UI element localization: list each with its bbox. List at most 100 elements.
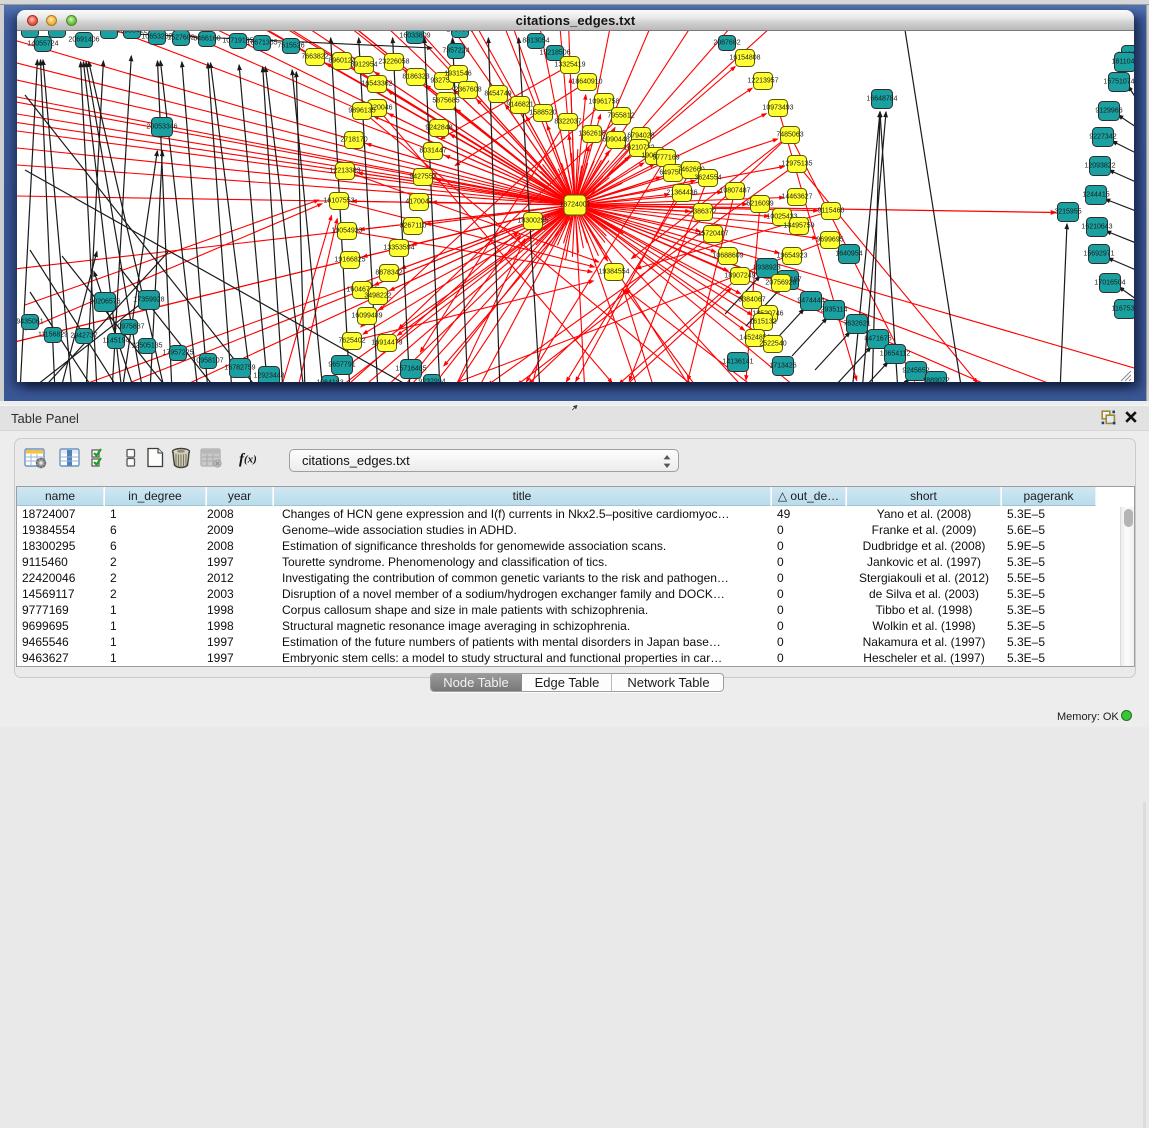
svg-text:14055724: 14055724 (27, 41, 58, 48)
svg-text:14463627: 14463627 (781, 194, 812, 201)
svg-text:8813054: 8813054 (522, 38, 549, 45)
svg-text:23226058: 23226058 (378, 59, 409, 66)
svg-text:1640954: 1640954 (835, 251, 862, 258)
svg-text:16033809: 16033809 (399, 33, 430, 40)
svg-text:13495759: 13495759 (783, 223, 814, 230)
svg-text:8471676: 8471676 (864, 336, 891, 343)
svg-text:9232994: 9232994 (418, 379, 445, 383)
svg-text:1931546: 1931546 (444, 71, 471, 78)
svg-text:9657791: 9657791 (328, 362, 355, 369)
svg-text:12213383: 12213383 (329, 168, 360, 175)
svg-text:2087682: 2087682 (713, 40, 740, 47)
svg-text:16782759: 16782759 (224, 365, 255, 372)
svg-text:1904060: 1904060 (446, 31, 473, 34)
svg-text:18300295: 18300295 (517, 218, 548, 225)
svg-text:7632621: 7632621 (843, 321, 870, 328)
svg-text:10958107: 10958107 (192, 358, 223, 365)
svg-text:20206576: 20206576 (89, 299, 120, 306)
svg-text:1615132: 1615132 (749, 319, 776, 326)
svg-text:15692971: 15692971 (1083, 251, 1114, 258)
svg-text:19654923: 19654923 (776, 253, 807, 260)
svg-text:1145194: 1145194 (103, 338, 130, 345)
svg-text:12093822: 12093822 (1084, 163, 1115, 170)
svg-text:7663822: 7663822 (301, 54, 328, 61)
svg-text:8912954: 8912954 (350, 62, 377, 69)
svg-text:19054933: 19054933 (331, 228, 362, 235)
svg-text:15751074: 15751074 (1103, 79, 1134, 86)
svg-text:10975887: 10975887 (113, 324, 144, 331)
svg-text:16107553: 16107553 (323, 198, 354, 205)
svg-text:8938923: 8938923 (753, 265, 780, 272)
svg-text:18640910: 18640910 (571, 79, 602, 86)
svg-text:16099489: 16099489 (351, 313, 382, 320)
svg-text:7515526: 7515526 (277, 43, 304, 50)
svg-text:12975135: 12975135 (781, 161, 812, 168)
svg-text:2522540: 2522540 (759, 341, 786, 348)
svg-text:9427552: 9427552 (409, 174, 436, 181)
svg-text:17359928: 17359928 (133, 297, 164, 304)
svg-text:14136141: 14136141 (722, 359, 753, 366)
svg-text:9146821: 9146821 (506, 102, 533, 109)
svg-text:8322037: 8322037 (554, 119, 581, 126)
svg-text:9384067: 9384067 (738, 297, 765, 304)
svg-text:9129966: 9129966 (1095, 108, 1122, 115)
svg-text:7955812: 7955812 (607, 113, 634, 120)
svg-text:3267110: 3267110 (400, 223, 427, 230)
svg-text:15716485: 15716485 (395, 366, 426, 373)
svg-text:19384554: 19384554 (598, 269, 629, 276)
svg-text:8031447: 8031447 (419, 148, 446, 155)
svg-text:17016504: 17016504 (1094, 280, 1125, 287)
svg-text:10688609: 10688609 (712, 253, 743, 260)
svg-text:15720407: 15720407 (697, 231, 728, 238)
svg-text:1527602: 1527602 (167, 35, 194, 42)
svg-text:(x): (x) (244, 454, 257, 466)
svg-text:21364436: 21364436 (666, 190, 697, 197)
svg-text:1889072: 1889072 (922, 378, 949, 383)
svg-text:9435061: 9435061 (17, 319, 44, 326)
svg-text:8878342: 8878342 (375, 270, 402, 277)
svg-text:2367608: 2367608 (454, 87, 481, 94)
svg-text:16210643: 16210643 (1081, 224, 1112, 231)
svg-text:8186323: 8186323 (402, 74, 429, 81)
svg-text:6794028: 6794028 (627, 133, 654, 140)
svg-text:9474444: 9474444 (797, 298, 824, 305)
svg-text:19218506: 19218506 (539, 50, 570, 57)
svg-text:7386372: 7386372 (689, 209, 716, 216)
svg-text:1064183: 1064183 (316, 380, 343, 383)
svg-text:9242848: 9242848 (425, 125, 452, 132)
svg-text:1713426: 1713426 (769, 363, 796, 370)
svg-text:19166825: 19166825 (334, 257, 365, 264)
svg-text:16648784: 16648784 (866, 96, 897, 103)
svg-text:2942737: 2942737 (70, 333, 97, 340)
svg-text:9896135: 9896135 (348, 108, 375, 115)
svg-text:6216099: 6216099 (746, 201, 773, 208)
svg-text:3215955: 3215955 (1054, 209, 1081, 216)
svg-text:9227342: 9227342 (1089, 134, 1116, 141)
svg-text:10961758: 10961758 (588, 99, 619, 106)
svg-text:18907249: 18907249 (724, 273, 755, 280)
svg-text:16154808: 16154808 (729, 55, 760, 62)
svg-text:9115460: 9115460 (818, 208, 845, 215)
svg-text:9699695: 9699695 (816, 237, 843, 244)
svg-text:16543362: 16543362 (361, 81, 392, 88)
svg-text:1244415: 1244415 (1082, 192, 1109, 199)
svg-text:16671355: 16671355 (246, 40, 277, 47)
svg-text:12923448: 12923448 (253, 373, 284, 380)
svg-text:2935114: 2935114 (821, 307, 848, 314)
svg-text:13353594: 13353594 (383, 245, 414, 252)
svg-text:3624554: 3624554 (694, 175, 721, 182)
svg-text:10973493: 10973493 (762, 105, 793, 112)
svg-text:11156829: 11156829 (38, 332, 68, 339)
svg-text:13325419: 13325419 (554, 62, 585, 69)
svg-text:7485063: 7485063 (776, 132, 803, 139)
svg-text:9777169: 9777169 (652, 155, 679, 162)
svg-text:3498222: 3498222 (364, 293, 391, 300)
svg-text:20756928: 20756928 (765, 280, 796, 287)
svg-text:5875685: 5875685 (432, 98, 459, 105)
svg-text:4170047: 4170047 (405, 199, 432, 206)
svg-text:16914479: 16914479 (371, 340, 402, 347)
svg-text:1167533: 1167533 (1112, 306, 1134, 313)
svg-text:6990448: 6990448 (602, 137, 629, 144)
svg-text:1588520: 1588520 (529, 110, 556, 117)
svg-text:7357224: 7357224 (442, 48, 469, 55)
